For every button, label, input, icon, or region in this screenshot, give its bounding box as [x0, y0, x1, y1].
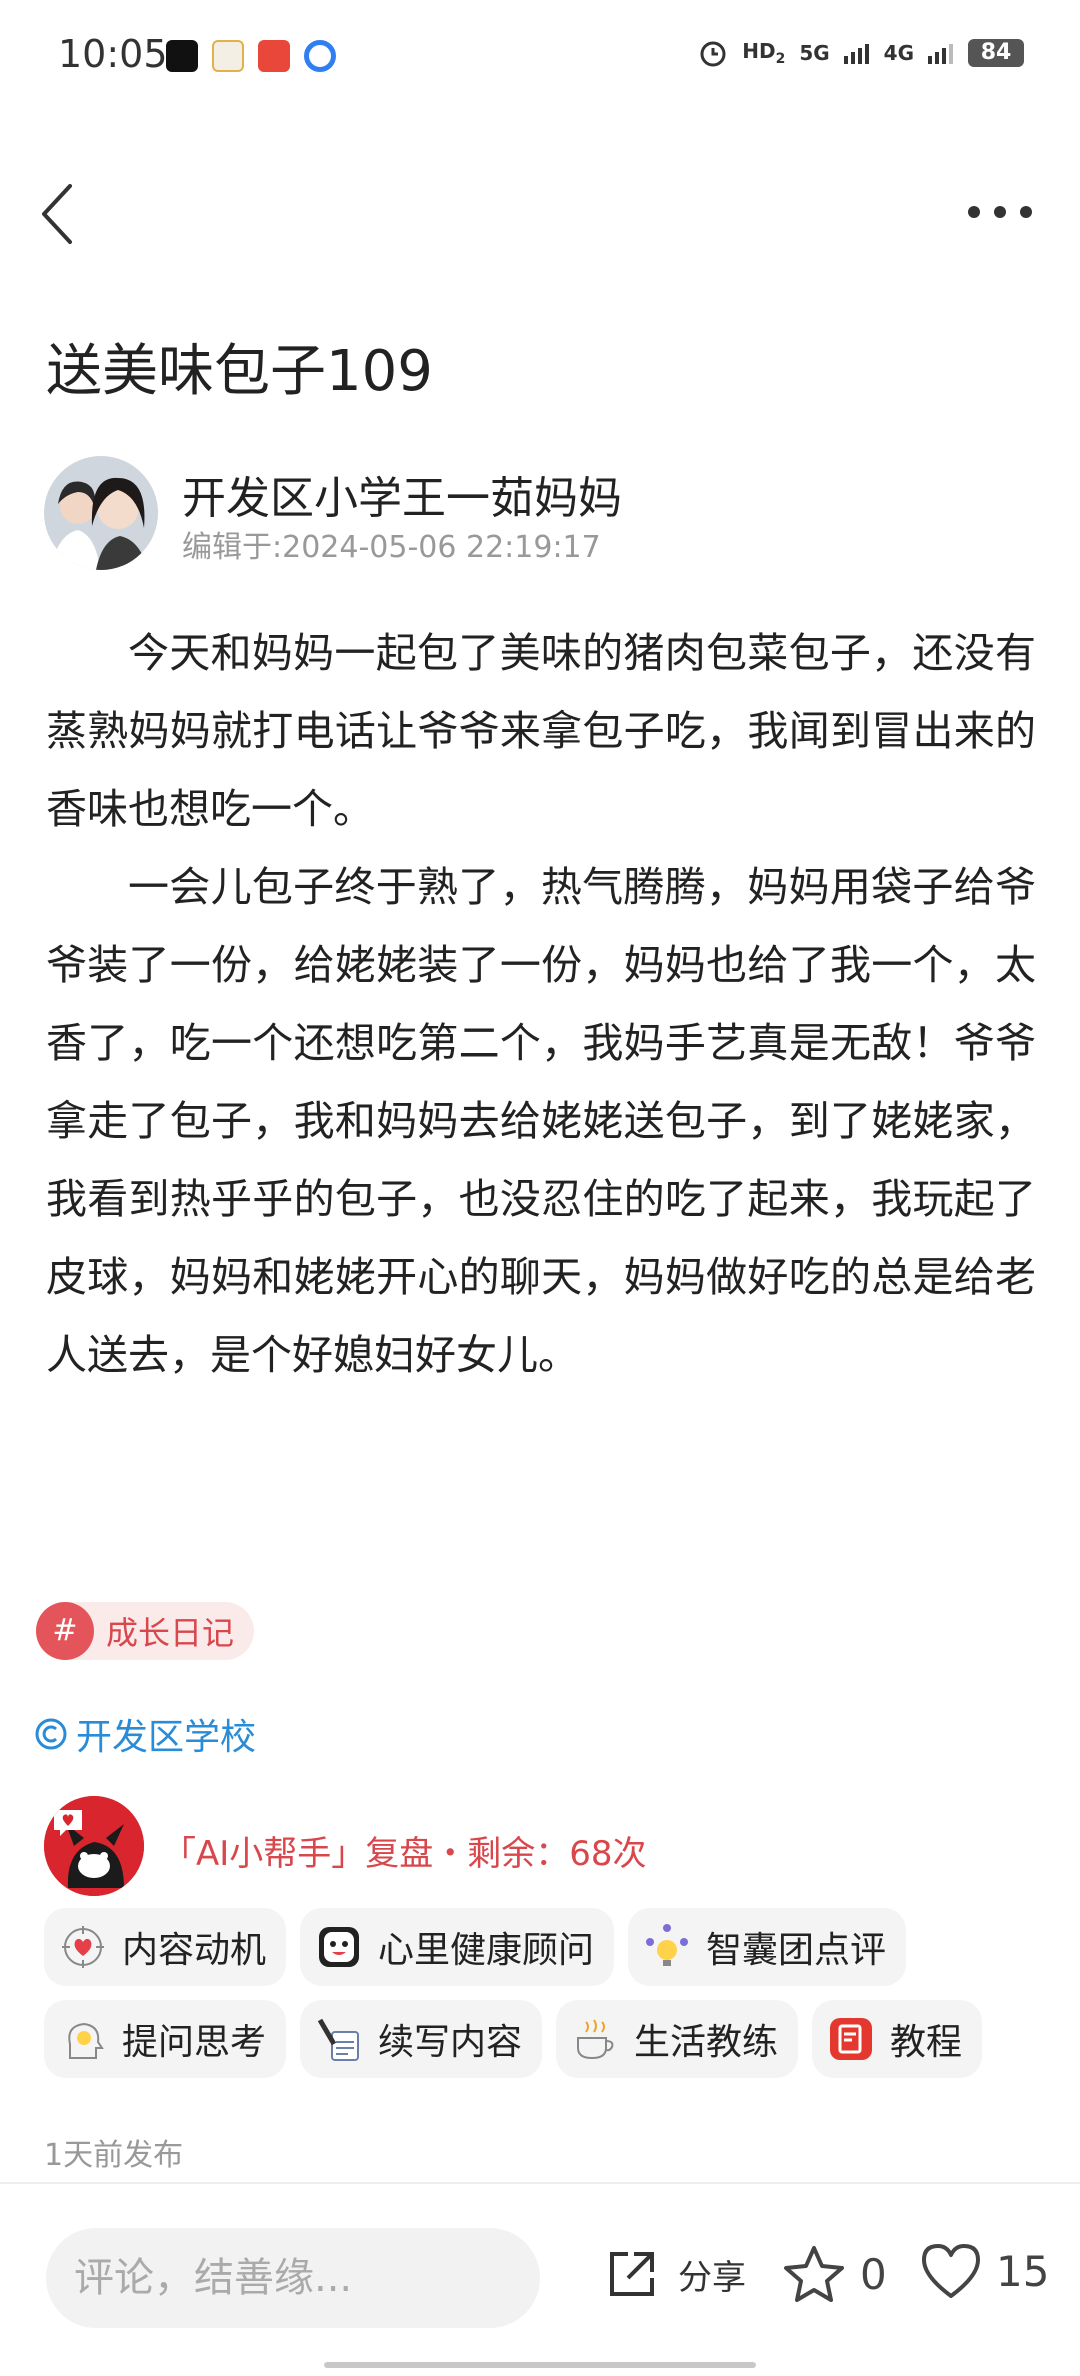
comment-input[interactable]: 评论，结善缘...: [46, 2228, 540, 2328]
pen-paper-icon: [317, 2018, 360, 2061]
coffee-cup-icon: [577, 2019, 614, 2060]
ai-helper-text: 「AI小帮手」复盘・剩余：68次: [162, 1834, 647, 1874]
chip-tutorial[interactable]: 教程: [812, 2000, 983, 2078]
signal-bars-icon: [928, 44, 953, 64]
signal-bars-icon: [843, 44, 869, 64]
location-link[interactable]: 开发区学校: [34, 1708, 256, 1760]
browser-icon: [304, 40, 336, 72]
ai-helper-avatar: [44, 1796, 144, 1896]
chip-think-tank[interactable]: 智囊团点评: [628, 1908, 907, 1986]
author-name[interactable]: 开发区小学王一茹妈妈: [182, 462, 622, 526]
divider: [0, 2182, 1080, 2184]
top-nav: [0, 170, 1080, 250]
home-indicator[interactable]: [324, 2362, 756, 2368]
status-indicators: HD2 5G 4G 84: [698, 38, 1024, 68]
lightbulb-people-icon: [646, 1924, 689, 1966]
network-4g-indicator: 4G: [883, 41, 914, 65]
star-icon: [784, 2246, 844, 2302]
share-label: 分享: [678, 2257, 746, 2298]
location-label: 开发区学校: [76, 1717, 257, 1758]
share-button[interactable]: 分享: [604, 2246, 746, 2302]
smile-face-icon: [319, 1927, 360, 1967]
paragraph: 一会儿包子终于熟了，热气腾腾，妈妈用袋子给爷爷装了一份，给姥姥装了一份，妈妈也给…: [46, 863, 1036, 1379]
avatar[interactable]: [44, 456, 158, 570]
chip-content-motive[interactable]: 内容动机: [44, 1908, 287, 1986]
bottom-action-bar: 评论，结善缘... 分享 0 15: [0, 2222, 1080, 2334]
battery-indicator: 84: [968, 39, 1024, 67]
hashtag-icon: #: [36, 1602, 94, 1660]
chip-life-coach[interactable]: 生活教练: [556, 2000, 799, 2078]
shop-icon: [212, 40, 244, 72]
chip-mental-health[interactable]: 心里健康顾问: [300, 1908, 615, 1986]
post-content: 今天和妈妈一起包了美味的猪肉包菜包子，还没有蒸熟妈妈就打电话让爷爷来拿包子吃，我…: [46, 614, 1036, 1394]
like-count: 15: [996, 2246, 1050, 2296]
topic-tag[interactable]: # 成长日记: [36, 1602, 255, 1660]
share-icon: [610, 2252, 654, 2296]
tutorial-note-icon: [830, 2018, 873, 2060]
favorite-count: 0: [860, 2249, 887, 2299]
ai-tools-row-2: 提问思考 续写内容 生活教练 教程: [44, 2000, 983, 2078]
author-block[interactable]: 开发区小学王一茹妈妈 编辑于:2024-05-06 22:19:17: [44, 456, 1044, 576]
network-5g-indicator: 5G: [799, 41, 830, 65]
favorite-button[interactable]: 0: [782, 2244, 887, 2304]
status-time: 10:05: [58, 32, 168, 76]
more-dots-icon: [968, 206, 1032, 218]
edit-timestamp: 编辑于:2024-05-06 22:19:17: [182, 530, 601, 565]
tag-label: 成长日记: [106, 1614, 235, 1652]
chip-ask-think[interactable]: 提问思考: [44, 2000, 287, 2078]
app-red-icon: [258, 40, 290, 72]
location-icon: [35, 1718, 67, 1750]
hd-indicator: HD2: [742, 39, 786, 67]
heart-icon: [922, 2244, 980, 2298]
paragraph: 今天和妈妈一起包了美味的猪肉包菜包子，还没有蒸熟妈妈就打电话让爷爷来拿包子吃，我…: [46, 629, 1036, 833]
ai-tools-row-1: 内容动机 心里健康顾问 智囊团点评: [44, 1908, 907, 1986]
status-app-icons: [166, 40, 336, 72]
head-bulb-icon: [68, 2022, 104, 2059]
ai-helper-row[interactable]: 「AI小帮手」复盘・剩余：68次: [44, 1796, 1044, 1900]
post-title: 送美味包子109: [46, 339, 433, 404]
back-button[interactable]: [30, 178, 90, 248]
tiktok-icon: [166, 40, 198, 72]
publish-time: 1天前发布: [44, 2138, 184, 2173]
more-button[interactable]: [960, 192, 1040, 232]
chip-continue-writing[interactable]: 续写内容: [300, 2000, 543, 2078]
like-button[interactable]: 15: [920, 2242, 1049, 2300]
status-bar: 10:05 HD2 5G 4G 84: [0, 0, 1080, 110]
chevron-left-icon: [42, 184, 72, 244]
target-heart-icon: [62, 1926, 104, 1968]
alarm-icon: [700, 41, 726, 67]
